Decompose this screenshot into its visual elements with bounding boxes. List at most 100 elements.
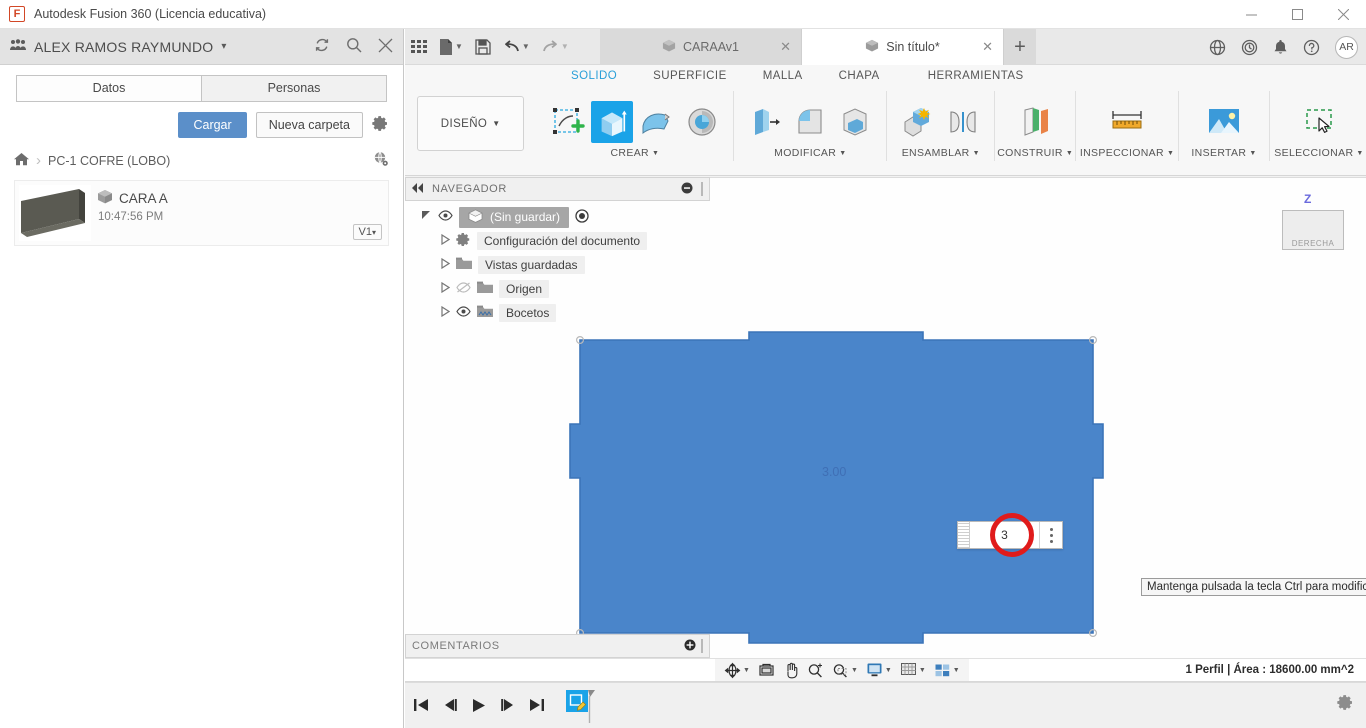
chevron-down-icon[interactable]: ▾	[221, 41, 226, 52]
ribbon-group-label-seleccionar[interactable]: SELECCIONAR ▼	[1274, 147, 1363, 159]
tree-item-vistas-guardadas[interactable]: Vistas guardadas	[405, 253, 710, 277]
pan-icon[interactable]	[780, 662, 802, 679]
grid-snap-icon[interactable]: ▼	[897, 662, 929, 678]
globe-icon[interactable]	[373, 151, 389, 170]
list-item[interactable]: CARA A 10:47:56 PM V1▾	[14, 180, 389, 246]
new-component-icon[interactable]	[897, 101, 939, 143]
expand-triangle-icon[interactable]	[441, 233, 451, 248]
document-tab-caraav1[interactable]: CARAAv1 ✕	[600, 29, 802, 65]
press-pull-icon[interactable]	[744, 101, 786, 143]
close-panel-icon[interactable]	[378, 38, 393, 56]
eye-icon[interactable]	[438, 210, 453, 224]
zoom-icon[interactable]	[804, 662, 827, 679]
ribbon-group-label-insertar[interactable]: INSERTAR ▼	[1191, 147, 1256, 159]
home-icon[interactable]	[14, 152, 29, 169]
offset-plane-icon[interactable]	[1014, 101, 1056, 143]
avatar[interactable]: AR	[1335, 35, 1358, 59]
go-to-end-icon[interactable]	[529, 698, 545, 712]
expand-triangle-icon[interactable]	[441, 257, 451, 272]
breadcrumb-project[interactable]: PC-1 COFRE (LOBO)	[48, 154, 170, 168]
refresh-icon[interactable]	[314, 37, 330, 56]
navigator-resize-grip[interactable]	[701, 182, 703, 196]
close-icon[interactable]	[1320, 0, 1366, 29]
joint-icon[interactable]	[942, 101, 984, 143]
minus-icon[interactable]	[681, 182, 693, 197]
orbit-icon[interactable]: ▼	[721, 662, 753, 679]
viewports-icon[interactable]: ▼	[931, 663, 963, 678]
window-select-icon[interactable]	[1298, 101, 1340, 143]
ribbon-group-label-construir[interactable]: CONSTRUIR ▼	[997, 147, 1073, 159]
ribbon-tab-solido[interactable]: SOLIDO	[553, 70, 635, 82]
eye-icon[interactable]	[456, 306, 471, 320]
display-settings-icon[interactable]: ▼	[863, 662, 895, 678]
fillet-icon[interactable]	[789, 101, 831, 143]
zoom-window-icon[interactable]: ▼	[829, 662, 861, 679]
document-tab-sin-titulo[interactable]: Sin título* ✕	[802, 29, 1004, 65]
gear-icon[interactable]	[1337, 694, 1354, 716]
ribbon-tab-malla[interactable]: MALLA	[745, 70, 821, 82]
minimize-icon[interactable]	[1228, 0, 1274, 29]
radio-active-icon[interactable]	[575, 208, 589, 226]
comments-panel[interactable]: COMENTARIOS	[405, 634, 710, 658]
revolve-icon[interactable]	[636, 101, 678, 143]
workspace-selector[interactable]: DISEÑO ▼	[417, 96, 525, 151]
search-icon[interactable]	[346, 37, 362, 56]
redo-icon[interactable]: ▼	[536, 29, 575, 65]
tree-root-node[interactable]: (Sin guardar)	[405, 205, 710, 229]
extrude-icon[interactable]	[591, 101, 634, 143]
tab-personas[interactable]: Personas	[201, 75, 387, 102]
chevron-down-icon[interactable]: ▼	[455, 42, 463, 51]
save-icon[interactable]	[469, 29, 497, 65]
job-status-icon[interactable]	[1241, 39, 1258, 56]
help-icon[interactable]	[1303, 39, 1320, 56]
timeline-feature-sketch[interactable]	[566, 690, 596, 723]
collapse-left-icon[interactable]	[412, 182, 424, 196]
tab-datos[interactable]: Datos	[16, 75, 201, 102]
ribbon-tab-superficie[interactable]: SUPERFICIE	[635, 70, 745, 82]
sweep-icon[interactable]	[681, 101, 723, 143]
version-dropdown[interactable]: V1▾	[352, 224, 382, 240]
distance-value-input[interactable]: 3	[970, 522, 1040, 548]
ribbon-group-label-modificar[interactable]: MODIFICAR ▼	[774, 147, 846, 159]
eye-hidden-icon[interactable]	[456, 282, 471, 296]
shell-icon[interactable]	[834, 101, 876, 143]
team-name[interactable]: ALEX RAMOS RAYMUNDO	[34, 39, 213, 55]
upload-button[interactable]: Cargar	[178, 112, 247, 138]
look-at-icon[interactable]	[755, 662, 778, 678]
maximize-icon[interactable]	[1274, 0, 1320, 29]
distance-manipulator[interactable]: 3	[957, 521, 1063, 549]
close-icon[interactable]: ✕	[780, 39, 791, 55]
comments-resize-grip[interactable]	[701, 639, 703, 653]
create-sketch-icon[interactable]	[546, 101, 588, 143]
expand-triangle-icon[interactable]	[441, 305, 451, 320]
manipulator-grip[interactable]	[958, 522, 970, 548]
measure-icon[interactable]	[1106, 101, 1148, 143]
plus-circle-icon[interactable]	[684, 639, 696, 654]
step-back-icon[interactable]	[442, 698, 458, 712]
undo-icon[interactable]: ▼	[497, 29, 536, 65]
ribbon-group-label-crear[interactable]: CREAR ▼	[610, 147, 659, 159]
tree-item-bocetos[interactable]: Bocetos	[405, 301, 710, 325]
close-icon[interactable]: ✕	[982, 39, 993, 55]
grid-apps-icon[interactable]	[405, 29, 433, 65]
tree-item-origen[interactable]: Origen	[405, 277, 710, 301]
globe-icon[interactable]	[1209, 39, 1226, 56]
view-cube-face[interactable]: DERECHA	[1282, 210, 1344, 250]
expand-triangle-icon[interactable]	[421, 210, 432, 224]
tree-item-configuracion[interactable]: Configuración del documento	[405, 229, 710, 253]
step-forward-icon[interactable]	[500, 698, 516, 712]
expand-triangle-icon[interactable]	[441, 281, 451, 296]
view-cube[interactable]: Z DERECHA	[1276, 192, 1348, 270]
ribbon-tab-chapa[interactable]: CHAPA	[821, 70, 898, 82]
play-icon[interactable]	[471, 698, 487, 713]
new-document-icon[interactable]: ▼	[433, 29, 469, 65]
ribbon-group-label-inspeccionar[interactable]: INSPECCIONAR ▼	[1080, 147, 1174, 159]
gear-icon[interactable]	[372, 115, 389, 136]
new-folder-button[interactable]: Nueva carpeta	[255, 112, 363, 138]
new-tab-button[interactable]: +	[1004, 29, 1036, 65]
go-to-beginning-icon[interactable]	[413, 698, 429, 712]
manipulator-more-icon[interactable]	[1040, 522, 1062, 548]
ribbon-group-label-ensamblar[interactable]: ENSAMBLAR ▼	[902, 147, 980, 159]
notifications-bell-icon[interactable]	[1273, 39, 1288, 56]
ribbon-tab-herramientas[interactable]: HERRAMIENTAS	[898, 70, 1042, 82]
